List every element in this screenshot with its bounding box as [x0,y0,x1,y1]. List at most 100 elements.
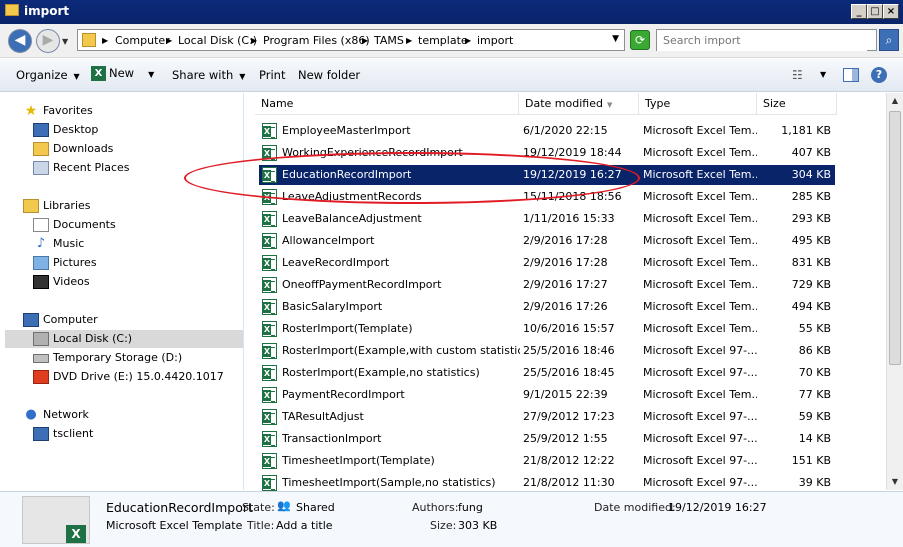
file-row[interactable]: OneoffPaymentRecordImport 2/9/2016 17:27 M… [259,275,835,295]
file-name: LeaveAdjustmentRecords [282,190,422,203]
nav-local-disk[interactable]: Local Disk (C:) [5,330,243,348]
file-row[interactable]: TAResultAdjust 27/9/2012 17:23 Microsoft E… [259,407,835,427]
file-row[interactable]: TransactionImport 25/9/2012 1:55 Microsoft… [259,429,835,449]
chevron-down-icon[interactable]: ▼ [820,70,826,79]
chevron-icon[interactable]: ▶ [406,36,412,45]
search-input[interactable] [657,30,867,51]
nav-computer[interactable]: Computer [23,311,98,329]
file-row[interactable]: TimesheetImport(Template) 21/8/2012 12:22… [259,451,835,471]
file-type: Microsoft Excel 97-... [643,476,757,489]
nav-videos[interactable]: Videos [33,273,90,291]
forward-button[interactable]: ▶ [36,29,60,53]
file-row[interactable]: TimesheetImport(Sample,no statistics) 21/… [259,473,835,493]
breadcrumb-template[interactable]: template [418,34,468,47]
file-row[interactable]: BasicSalaryImport 2/9/2016 17:26 Microsoft… [259,297,835,317]
file-date-modified: 25/9/2012 1:55 [523,432,608,445]
chevron-icon[interactable]: ▶ [166,36,172,45]
new-folder-button[interactable]: New folder [298,68,360,82]
breadcrumb-import[interactable]: import [477,34,513,47]
file-row[interactable]: LeaveBalanceAdjustment 1/11/2016 15:33 Mic… [259,209,835,229]
file-type: Microsoft Excel Tem... [643,278,757,291]
downloads-icon [33,142,49,156]
organize-button[interactable]: Organize ▼ [16,68,80,82]
search-box[interactable] [656,29,877,51]
nav-downloads[interactable]: Downloads [33,140,113,158]
file-row[interactable]: EducationRecordImport 19/12/2019 16:27 Mic… [259,165,835,185]
nav-label: Local Disk (C:) [53,332,133,345]
details-size-value: 303 KB [458,519,498,532]
nav-desktop[interactable]: Desktop [33,121,98,139]
print-button[interactable]: Print [259,68,285,82]
details-file-type: Microsoft Excel Template [106,519,243,532]
scroll-thumb[interactable] [889,111,901,365]
file-type: Microsoft Excel Tem... [643,190,757,203]
refresh-button[interactable]: ⟳ [630,30,650,50]
file-name: AllowanceImport [282,234,375,247]
minimize-button[interactable]: _ [851,4,867,19]
details-title-field[interactable]: Add a title [276,519,333,532]
details-date-label: Date modified: [594,501,676,514]
breadcrumb[interactable]: ▶ Computer ▶ Local Disk (C:) ▶ Program F… [77,29,625,51]
help-icon[interactable]: ? [871,67,887,83]
file-date-modified: 19/12/2019 18:44 [523,146,622,159]
chevron-icon[interactable]: ▶ [102,36,108,45]
breadcrumb-computer[interactable]: Computer [115,34,170,47]
nav-pictures[interactable]: Pictures [33,254,97,272]
nav-favorites[interactable]: ★ Favorites [23,102,93,120]
details-size-label: Size: [430,519,457,532]
chevron-icon[interactable]: ▶ [362,36,368,45]
breadcrumb-tams[interactable]: TAMS [374,34,404,47]
file-row[interactable]: LeaveRecordImport 2/9/2016 17:28 Microsoft… [259,253,835,273]
chevron-icon[interactable]: ▶ [251,36,257,45]
details-state-value: Shared [296,501,335,514]
file-row[interactable]: RosterImport(Template) 10/6/2016 15:57 Mic… [259,319,835,339]
file-size: 831 KB [791,256,831,269]
chevron-icon[interactable]: ▶ [465,36,471,45]
nav-label: Music [53,237,85,250]
close-button[interactable]: × [883,4,899,19]
breadcrumb-program-files[interactable]: Program Files (x86) [263,34,370,47]
column-header-date-modified[interactable]: Date modified ▼ [519,93,639,115]
scroll-up-icon[interactable]: ▲ [887,93,903,109]
file-row[interactable]: LeaveAdjustmentRecords 15/11/2018 18:56 Mi… [259,187,835,207]
search-icon[interactable]: ⌕ [879,29,899,51]
column-header-size[interactable]: Size [757,93,837,115]
nav-music[interactable]: ♪ Music [33,235,84,253]
nav-dvd-drive[interactable]: DVD Drive (E:) 15.0.4420.1017 [33,368,224,386]
file-row[interactable]: AllowanceImport 2/9/2016 17:28 Microsoft E… [259,231,835,251]
scroll-down-icon[interactable]: ▼ [887,474,903,490]
nav-network[interactable]: ● Network [23,406,89,424]
history-dropdown-icon[interactable]: ▼ [62,37,68,46]
vertical-scrollbar[interactable]: ▲ ▼ [886,93,903,490]
file-row[interactable]: WorkingExperienceRecordImport 19/12/2019 … [259,143,835,163]
nav-documents[interactable]: Documents [33,216,116,234]
file-row[interactable]: PaymentRecordImport 9/1/2015 22:39 Microso… [259,385,835,405]
back-button[interactable]: ◀ [8,29,32,53]
nav-libraries[interactable]: Libraries [23,197,91,215]
nav-temp-storage[interactable]: Temporary Storage (D:) [33,349,182,367]
column-header-name[interactable]: Name [255,93,519,115]
file-type: Microsoft Excel 97-... [643,366,757,379]
network-icon: ● [25,407,37,422]
breadcrumb-local-disk[interactable]: Local Disk (C:) [178,34,257,47]
new-button[interactable]: X New ▼ [91,66,154,81]
nav-recent-places[interactable]: Recent Places [33,159,130,177]
file-date-modified: 1/11/2016 15:33 [523,212,615,225]
preview-pane-icon[interactable] [843,68,859,82]
file-row[interactable]: EmployeeMasterImport 6/1/2020 22:15 Micros… [259,121,835,141]
file-row[interactable]: RosterImport(Example,with custom statist… [259,341,835,361]
file-name: TAResultAdjust [282,410,364,423]
nav-tsclient[interactable]: tsclient [33,425,93,443]
details-authors-field[interactable]: fung [458,501,483,514]
chevron-down-icon[interactable]: ▼ [612,34,619,44]
share-with-button[interactable]: Share with ▼ [172,68,245,82]
file-row[interactable]: RosterImport(Example,no statistics) 25/5/… [259,363,835,383]
file-type: Microsoft Excel 97-... [643,454,757,467]
file-name: TimesheetImport(Template) [282,454,435,467]
nav-label: Videos [53,275,90,288]
view-options-icon[interactable]: ☷ [792,68,803,82]
maximize-button[interactable]: □ [867,4,883,19]
excel-icon: X [91,66,106,81]
column-header-type[interactable]: Type [639,93,757,115]
file-type: Microsoft Excel Tem... [643,256,757,269]
